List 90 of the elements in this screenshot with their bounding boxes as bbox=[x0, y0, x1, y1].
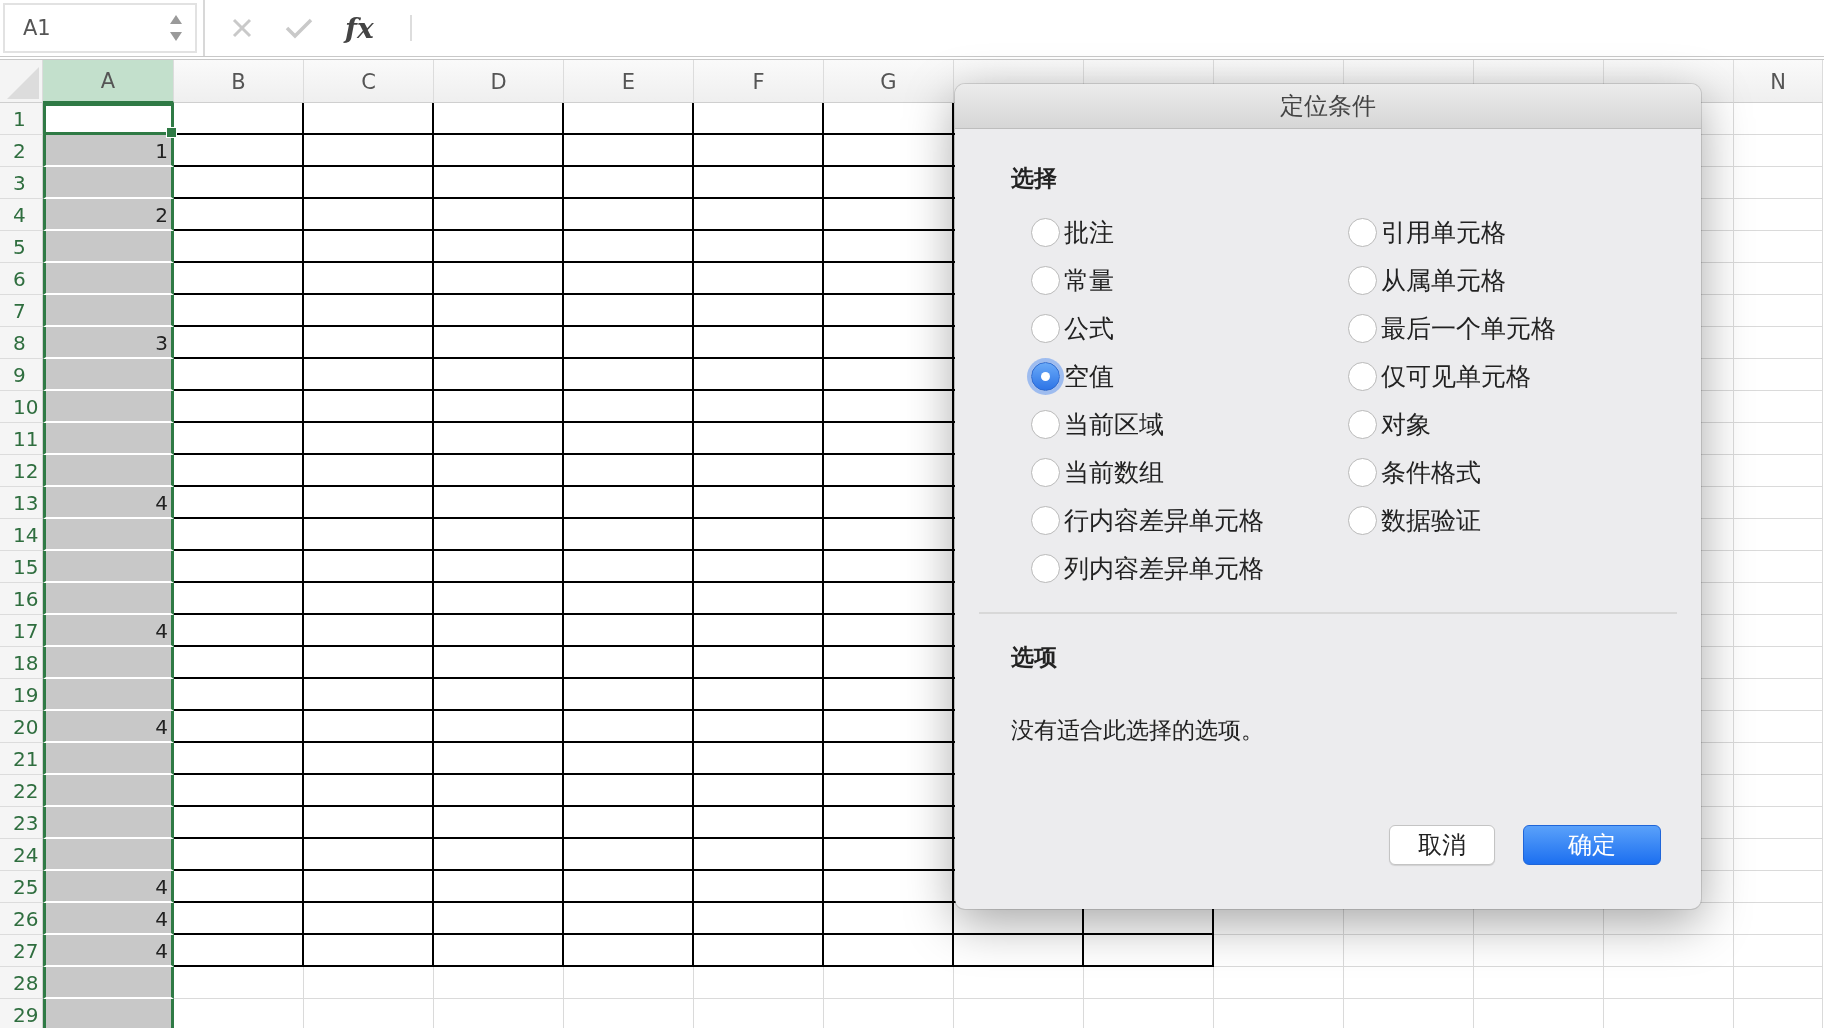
fill-handle[interactable] bbox=[166, 127, 177, 138]
radio-button[interactable] bbox=[1031, 457, 1060, 487]
radio-button[interactable] bbox=[1348, 217, 1377, 247]
row-header[interactable]: 1 bbox=[0, 103, 43, 135]
table-cell: 2 bbox=[43, 199, 174, 231]
radio-button[interactable] bbox=[1031, 361, 1060, 391]
radio-label[interactable]: 最后一个单元格 bbox=[1381, 311, 1556, 345]
close-icon[interactable] bbox=[231, 17, 253, 39]
column-header[interactable]: F bbox=[694, 60, 824, 103]
column-header[interactable]: C bbox=[304, 60, 434, 103]
row-header[interactable]: 17 bbox=[0, 615, 43, 647]
row-header[interactable]: 8 bbox=[0, 327, 43, 359]
column-header[interactable]: D bbox=[434, 60, 564, 103]
row-header[interactable]: 29 bbox=[0, 999, 43, 1028]
row-header[interactable]: 6 bbox=[0, 263, 43, 295]
table-cell: 3 bbox=[43, 327, 174, 359]
row-header[interactable]: 12 bbox=[0, 455, 43, 487]
row-header[interactable]: 21 bbox=[0, 743, 43, 775]
row-header[interactable]: 19 bbox=[0, 679, 43, 711]
radio-label[interactable]: 数据验证 bbox=[1381, 503, 1481, 537]
radio-button[interactable] bbox=[1031, 217, 1060, 247]
radio-button[interactable] bbox=[1348, 457, 1377, 487]
column-header[interactable]: A bbox=[43, 60, 174, 103]
column-header[interactable]: G bbox=[824, 60, 954, 103]
row-header[interactable]: 24 bbox=[0, 839, 43, 871]
row-header[interactable]: 22 bbox=[0, 775, 43, 807]
radio-label[interactable]: 引用单元格 bbox=[1381, 215, 1506, 249]
table-cell: 4 bbox=[43, 935, 174, 967]
row-header[interactable]: 13 bbox=[0, 487, 43, 519]
row-header[interactable]: 15 bbox=[0, 551, 43, 583]
radio-label[interactable]: 仅可见单元格 bbox=[1381, 359, 1531, 393]
radio-label[interactable]: 当前区域 bbox=[1064, 407, 1164, 441]
function-button[interactable]: fx bbox=[345, 11, 374, 45]
table-cell: 4 bbox=[43, 711, 174, 743]
radio-button[interactable] bbox=[1348, 361, 1377, 391]
row-header[interactable]: 10 bbox=[0, 391, 43, 423]
table-cell: 4 bbox=[43, 615, 174, 647]
row-header[interactable]: 14 bbox=[0, 519, 43, 551]
radio-button[interactable] bbox=[1348, 409, 1377, 439]
radio-label[interactable]: 当前数组 bbox=[1064, 455, 1164, 489]
radio-button[interactable] bbox=[1348, 313, 1377, 343]
row-header[interactable]: 18 bbox=[0, 647, 43, 679]
row-header[interactable]: 26 bbox=[0, 903, 43, 935]
row-header[interactable]: 27 bbox=[0, 935, 43, 967]
table-cell: 4 bbox=[43, 487, 174, 519]
row-header[interactable]: 3 bbox=[0, 167, 43, 199]
row-header[interactable]: 23 bbox=[0, 807, 43, 839]
checkmark-icon[interactable] bbox=[285, 17, 313, 39]
radio-button[interactable] bbox=[1348, 265, 1377, 295]
dialog-title: 定位条件 bbox=[1280, 91, 1376, 122]
radio-label[interactable]: 常量 bbox=[1064, 263, 1114, 297]
column-header[interactable]: E bbox=[564, 60, 694, 103]
radio-label[interactable]: 对象 bbox=[1381, 407, 1431, 441]
section-title: 选项 bbox=[1011, 643, 1058, 672]
row-header[interactable]: 20 bbox=[0, 711, 43, 743]
options-message: 没有适合此选择的选项。 bbox=[1011, 716, 1265, 745]
column-header[interactable]: N bbox=[1734, 60, 1823, 103]
row-header[interactable]: 2 bbox=[0, 135, 43, 167]
radio-button[interactable] bbox=[1031, 265, 1060, 295]
radio-label[interactable]: 列内容差异单元格 bbox=[1064, 551, 1264, 585]
radio-button[interactable] bbox=[1348, 505, 1377, 535]
radio-label[interactable]: 空值 bbox=[1064, 359, 1114, 393]
radio-button[interactable] bbox=[1031, 313, 1060, 343]
radio-label[interactable]: 行内容差异单元格 bbox=[1064, 503, 1264, 537]
name-box[interactable]: A1 bbox=[3, 3, 197, 53]
radio-label[interactable]: 批注 bbox=[1064, 215, 1114, 249]
row-header[interactable]: 25 bbox=[0, 871, 43, 903]
radio-button[interactable] bbox=[1031, 505, 1060, 535]
radio-button[interactable] bbox=[1031, 553, 1060, 583]
row-header[interactable]: 4 bbox=[0, 199, 43, 231]
table-cell: 4 bbox=[43, 903, 174, 935]
table-cell: 4 bbox=[43, 871, 174, 903]
radio-button[interactable] bbox=[1031, 409, 1060, 439]
row-header[interactable]: 28 bbox=[0, 967, 43, 999]
radio-label[interactable]: 公式 bbox=[1064, 311, 1114, 345]
radio-label[interactable]: 条件格式 bbox=[1381, 455, 1481, 489]
cancel-button[interactable]: 取消 bbox=[1389, 825, 1495, 865]
column-header[interactable]: B bbox=[174, 60, 304, 103]
row-header[interactable]: 9 bbox=[0, 359, 43, 391]
row-header[interactable]: 11 bbox=[0, 423, 43, 455]
row-header[interactable]: 16 bbox=[0, 583, 43, 615]
table-cell: 1 bbox=[43, 135, 174, 167]
select-all-icon[interactable] bbox=[7, 67, 39, 99]
section-title: 选择 bbox=[1011, 164, 1058, 193]
cell-reference: A1 bbox=[23, 16, 51, 40]
ok-button[interactable]: 确定 bbox=[1523, 825, 1661, 865]
row-header[interactable]: 5 bbox=[0, 231, 43, 263]
stepper-icon[interactable] bbox=[169, 13, 183, 43]
radio-label[interactable]: 从属单元格 bbox=[1381, 263, 1506, 297]
row-header[interactable]: 7 bbox=[0, 295, 43, 327]
